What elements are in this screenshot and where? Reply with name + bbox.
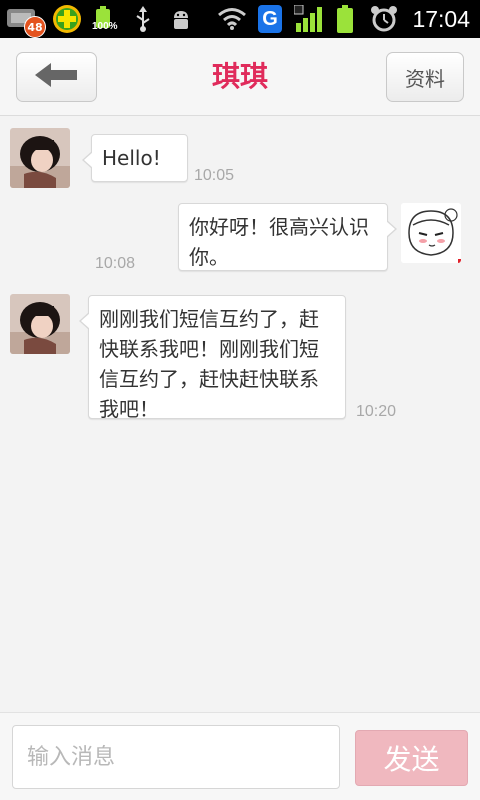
usb-icon	[130, 5, 156, 33]
notification-count-badge: 48	[24, 16, 46, 38]
message-input[interactable]	[12, 725, 340, 789]
alarm-icon	[369, 5, 399, 33]
message-bubble[interactable]: 你好呀！很高兴认识你。	[178, 203, 397, 271]
battery-percent: 100%	[92, 21, 118, 32]
send-button[interactable]: 发送	[355, 730, 468, 786]
g-app-icon: G	[257, 5, 283, 33]
message-bubble[interactable]: Hello!	[82, 134, 188, 182]
message-time: 10:20	[356, 403, 397, 420]
message-time: 10:08	[95, 255, 136, 272]
user-avatar[interactable]	[401, 203, 461, 263]
message-bubble[interactable]: 刚刚我们短信互约了，赶快联系我吧！刚刚我们短信互约了，赶快赶快联系我吧！	[79, 295, 346, 421]
input-bar: 发送	[0, 712, 480, 800]
message-time: 10:05	[194, 167, 235, 184]
message-text: Hello!	[102, 146, 161, 170]
contact-avatar[interactable]	[10, 128, 70, 188]
battery-full-icon	[335, 5, 355, 33]
contact-avatar[interactable]	[10, 294, 70, 354]
android-debug-icon	[167, 5, 195, 33]
profile-button[interactable]: 资料	[386, 52, 464, 102]
status-time: 17:04	[412, 6, 470, 32]
chat-header: 琪琪 资料	[0, 38, 480, 116]
wifi-icon	[216, 5, 248, 33]
status-bar: 48 100% G 17:04	[0, 0, 480, 38]
g-app-label: G	[262, 7, 278, 30]
plus-app-icon	[50, 5, 84, 33]
signal-icon	[293, 5, 325, 33]
message-text: 你好呀！很高兴认识你。	[189, 215, 369, 269]
message-text: 刚刚我们短信互约了，赶快联系我吧！刚刚我们短信互约了，赶快赶快联系我吧！	[99, 307, 319, 421]
